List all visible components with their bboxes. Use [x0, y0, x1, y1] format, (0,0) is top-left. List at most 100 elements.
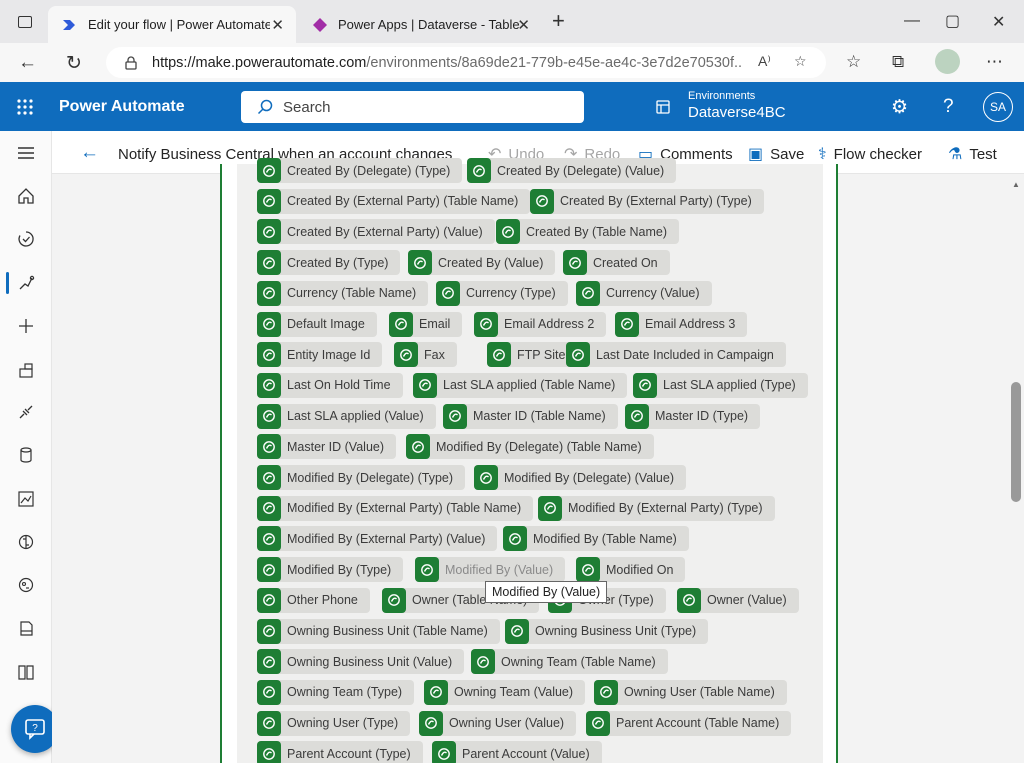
monitor-icon[interactable] [0, 481, 52, 517]
vertical-scrollbar[interactable]: ▲ [1008, 174, 1024, 763]
read-aloud-icon[interactable]: A⁾ [758, 53, 771, 70]
app-brand[interactable]: Power Automate [59, 98, 185, 116]
dynamic-content-chip[interactable]: Owning Business Unit (Type) [505, 618, 709, 644]
dynamic-content-chip[interactable]: Entity Image Id [257, 342, 383, 368]
user-avatar[interactable]: SA [983, 92, 1013, 122]
ai-hub-icon[interactable] [0, 524, 52, 560]
dynamic-content-chip[interactable]: Owning User (Value) [419, 710, 577, 736]
dynamic-content-chip[interactable]: Modified On [576, 557, 686, 583]
favorite-add-icon[interactable]: ☆ [794, 53, 807, 70]
solutions-icon[interactable] [0, 610, 52, 646]
help-icon[interactable]: ? [943, 96, 954, 118]
address-bar[interactable]: https://make.powerautomate.com/environme… [106, 47, 826, 78]
browser-tab-power-automate[interactable]: Edit your flow | Power Automate ✕ [48, 6, 296, 43]
dynamic-content-chip[interactable]: Currency (Value) [576, 280, 712, 306]
dynamic-content-chip[interactable]: Created By (Delegate) (Value) [467, 158, 677, 183]
home-icon[interactable] [0, 178, 52, 214]
dynamic-content-chip[interactable]: Currency (Table Name) [257, 280, 429, 306]
flow-checker-button[interactable]: ⚕ Flow checker [818, 144, 922, 164]
my-flows-icon[interactable] [0, 265, 52, 301]
collections-icon[interactable]: ⧉ [892, 52, 904, 72]
dynamic-content-chip[interactable]: Modified By (Delegate) (Table Name) [406, 434, 654, 460]
dynamic-content-chip[interactable]: Modified By (External Party) (Value) [257, 526, 498, 552]
dynamic-content-chip[interactable]: Email Address 3 [615, 311, 748, 337]
dynamic-content-chip[interactable]: Modified By (Table Name) [503, 526, 689, 552]
environment-name[interactable]: Dataverse4BC [688, 104, 786, 121]
dynamic-content-chip[interactable]: Created On [563, 250, 670, 276]
dynamic-content-chip[interactable]: Owning Team (Type) [257, 679, 415, 705]
browser-tab-power-apps[interactable]: Power Apps | Dataverse - Tables ✕ [298, 6, 542, 43]
dynamic-content-chip[interactable]: Created By (External Party) (Type) [530, 188, 764, 214]
dynamic-content-chip[interactable]: Modified By (Delegate) (Type) [257, 465, 466, 490]
more-icon[interactable]: ⋯ [986, 52, 1003, 72]
dynamic-content-chip[interactable]: Modified By (External Party) (Table Name… [257, 495, 534, 521]
dynamic-content-chip[interactable]: Owning Team (Table Name) [471, 649, 668, 675]
dynamic-content-chip[interactable]: Last On Hold Time [257, 372, 403, 398]
dynamic-content-chip[interactable]: Parent Account (Table Name) [586, 710, 792, 736]
dynamic-content-chip[interactable]: Owning Business Unit (Table Name) [257, 618, 500, 644]
test-button[interactable]: ⚗ Test [948, 144, 997, 164]
learn-icon[interactable] [0, 654, 52, 690]
dynamic-content-chip[interactable]: Modified By (Value) [415, 557, 566, 583]
dynamic-content-chip[interactable]: Last SLA applied (Type) [633, 372, 808, 398]
dynamic-content-chip[interactable]: Created By (Type) [257, 250, 401, 276]
dynamic-content-chip[interactable]: Master ID (Table Name) [443, 403, 618, 429]
dynamic-content-chip[interactable]: Last Date Included in Campaign [566, 342, 786, 368]
settings-gear-icon[interactable]: ⚙ [891, 96, 908, 119]
dynamic-content-chip[interactable]: Default Image [257, 311, 377, 337]
dynamic-content-chip[interactable]: Other Phone [257, 587, 370, 613]
maximize-icon[interactable]: ▢ [945, 11, 960, 31]
templates-icon[interactable] [0, 352, 52, 388]
connectors-icon[interactable] [0, 394, 52, 430]
dynamic-content-chip[interactable]: Owning Team (Value) [424, 679, 586, 705]
search-input[interactable] [283, 98, 563, 116]
dynamic-content-chip[interactable]: Last SLA applied (Table Name) [413, 372, 628, 398]
environment-icon[interactable] [654, 98, 672, 116]
dynamic-content-chip[interactable]: Modified By (Type) [257, 557, 404, 583]
dynamic-content-chip[interactable]: Modified By (Delegate) (Value) [474, 465, 686, 490]
dynamic-content-chip[interactable]: Parent Account (Type) [257, 741, 423, 763]
dataverse-icon [257, 311, 281, 337]
minimize-icon[interactable]: — [904, 12, 920, 30]
dynamic-content-chip[interactable]: Created By (Table Name) [496, 219, 680, 245]
dynamic-content-chip[interactable]: Created By (Delegate) (Type) [257, 158, 463, 183]
close-tab-icon[interactable]: ✕ [517, 16, 530, 34]
dynamic-content-chip[interactable]: Email [389, 311, 463, 337]
new-tab-icon[interactable]: + [552, 10, 565, 32]
dynamic-content-chip[interactable]: Last SLA applied (Value) [257, 403, 436, 429]
window-menu-icon[interactable] [18, 16, 32, 28]
scroll-up-icon[interactable]: ▲ [1012, 180, 1020, 189]
dynamic-content-chip[interactable]: Created By (External Party) (Table Name) [257, 188, 531, 214]
dynamic-content-chip[interactable]: Modified By (External Party) (Type) [538, 495, 775, 521]
dynamic-content-chip[interactable]: Owning User (Type) [257, 710, 411, 736]
browser-profile-avatar[interactable] [935, 49, 960, 74]
dynamic-content-chip[interactable]: Currency (Type) [436, 280, 568, 306]
scrollbar-thumb[interactable] [1011, 382, 1021, 502]
dynamic-content-chip[interactable]: Master ID (Type) [625, 403, 761, 429]
dynamic-content-chip[interactable]: Owning User (Table Name) [594, 679, 787, 705]
back-arrow-icon[interactable]: ← [80, 142, 99, 164]
dynamic-content-chip[interactable]: Owner (Value) [677, 587, 799, 613]
data-icon[interactable] [0, 437, 52, 473]
nav-collapse-icon[interactable] [0, 135, 52, 171]
dynamic-content-chip[interactable]: Master ID (Value) [257, 434, 397, 460]
dynamic-content-chip[interactable]: Fax [394, 342, 457, 368]
process-mining-icon[interactable] [0, 567, 52, 603]
dynamic-content-chip[interactable]: FTP Site [487, 342, 578, 368]
close-window-icon[interactable]: ✕ [992, 12, 1005, 32]
create-icon[interactable] [0, 308, 52, 344]
dynamic-content-chip[interactable]: Created By (Value) [408, 250, 556, 276]
dynamic-content-chip[interactable]: Owning Business Unit (Value) [257, 649, 465, 675]
dynamic-content-chip[interactable]: Parent Account (Value) [432, 741, 602, 763]
dynamic-content-chip[interactable]: Created By (External Party) (Value) [257, 219, 495, 245]
save-button[interactable]: ▣ Save [748, 144, 804, 164]
refresh-icon[interactable]: ↻ [66, 52, 82, 75]
app-launcher-icon[interactable] [16, 98, 34, 116]
favorites-icon[interactable]: ☆ [846, 52, 861, 72]
back-icon[interactable]: ← [18, 52, 37, 74]
search-box[interactable] [241, 91, 584, 123]
close-tab-icon[interactable]: ✕ [271, 16, 284, 34]
approvals-icon[interactable] [0, 221, 52, 257]
dynamic-content-chip[interactable]: Email Address 2 [474, 311, 607, 337]
chip-label: Last SLA applied (Value) [287, 409, 424, 424]
